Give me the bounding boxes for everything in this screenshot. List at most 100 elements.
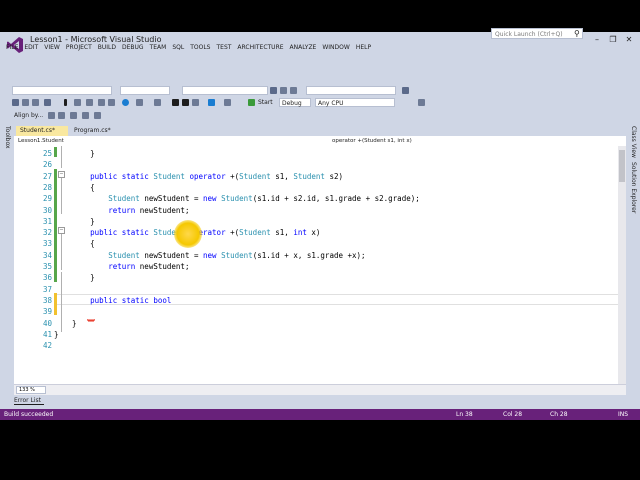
toolbar-icon[interactable] xyxy=(192,99,199,106)
menu-tools[interactable]: TOOLS xyxy=(190,42,215,54)
toolbar-row-2: Start Debug Any CPU xyxy=(0,97,640,109)
status-ch: Ch 28 xyxy=(550,411,568,418)
code-editor[interactable]: 25 } 26 27 public static Student operator … xyxy=(14,146,626,384)
toolbox-tab[interactable]: Toolbox xyxy=(4,126,11,149)
menu-project[interactable]: PROJECT xyxy=(66,42,97,54)
fold-line xyxy=(61,146,62,168)
toolbar-combo-3[interactable] xyxy=(182,86,268,95)
menu-window[interactable]: WINDOW xyxy=(322,42,354,54)
editor-horizontal-bar: 133 % xyxy=(14,384,626,395)
tab-program-cs[interactable]: Program.cs* xyxy=(70,126,122,136)
toolbar-icon[interactable] xyxy=(22,99,29,106)
toolbar-combo-1[interactable] xyxy=(12,86,112,95)
fold-line xyxy=(61,234,62,270)
toolbar-icon[interactable] xyxy=(136,99,143,106)
toolbar-icon[interactable] xyxy=(108,99,115,106)
toolbar-icon[interactable] xyxy=(32,99,39,106)
toolbar-icon[interactable] xyxy=(154,99,161,106)
toolbar-icon[interactable] xyxy=(58,112,65,119)
search-icon[interactable]: ⚲ xyxy=(574,28,583,39)
error-list-underline xyxy=(14,404,44,405)
quick-launch-input[interactable]: Quick Launch (Ctrl+Q) xyxy=(491,28,583,39)
keyword: static xyxy=(121,171,149,181)
type-name: Student xyxy=(239,171,271,181)
keyword: bool xyxy=(153,295,172,305)
collapse-icon[interactable]: − xyxy=(58,171,65,178)
class-view-tab[interactable]: Class View xyxy=(630,126,637,158)
menu-sql[interactable]: SQL xyxy=(172,42,189,54)
menu-file[interactable]: FILE xyxy=(6,42,23,54)
menu-debug[interactable]: DEBUG xyxy=(122,42,149,54)
toolbar-icon[interactable] xyxy=(402,87,409,94)
keyword: public xyxy=(90,295,118,305)
zoom-select[interactable]: 133 % xyxy=(16,386,46,394)
toolbar-icon[interactable] xyxy=(418,99,425,106)
error-list-tab[interactable]: Error List xyxy=(14,397,41,404)
redo-icon[interactable] xyxy=(224,99,231,106)
toolbar-icon[interactable] xyxy=(280,87,287,94)
code-line: public static Student operator +(Student… xyxy=(90,171,343,181)
change-marker xyxy=(54,293,57,315)
save-all-icon[interactable] xyxy=(182,99,189,106)
toolbar-combo-4[interactable] xyxy=(306,86,396,95)
code-line: } xyxy=(54,318,77,328)
toolbar-combo-2[interactable] xyxy=(120,86,170,95)
start-button[interactable]: Start xyxy=(258,97,273,108)
toolbar-icon[interactable] xyxy=(44,99,51,106)
start-icon[interactable] xyxy=(248,99,255,106)
toolbar-icon[interactable] xyxy=(64,99,67,106)
line-number: 27 xyxy=(42,171,52,181)
status-message: Build succeeded xyxy=(4,411,54,418)
menu-build[interactable]: BUILD xyxy=(98,42,121,54)
toolbar-icon[interactable] xyxy=(290,87,297,94)
class-dropdown[interactable]: Lesson1.Student xyxy=(18,137,64,145)
toolbar-icon[interactable] xyxy=(86,99,93,106)
menu-test[interactable]: TEST xyxy=(216,42,236,54)
tab-student-cs[interactable]: Student.cs* xyxy=(16,126,68,136)
align-by-label[interactable]: Align by... xyxy=(14,110,43,121)
toolbar-icon[interactable] xyxy=(70,112,77,119)
status-bar: Build succeeded Ln 38 Col 28 Ch 28 INS xyxy=(0,409,640,420)
menu-view[interactable]: VIEW xyxy=(44,42,65,54)
line-number: 28 xyxy=(42,182,52,192)
type-name: Student xyxy=(221,250,253,260)
line-number: 38 xyxy=(42,295,52,305)
menu-edit[interactable]: EDIT xyxy=(24,42,43,54)
code-line: public static bool xyxy=(54,295,171,306)
member-dropdown[interactable]: operator +(Student s1, int x) xyxy=(332,137,412,145)
type-name: Student xyxy=(108,194,140,204)
line-number: 30 xyxy=(42,205,52,215)
platform-select[interactable]: Any CPU xyxy=(315,98,395,107)
menu-team[interactable]: TEAM xyxy=(150,42,172,54)
collapse-icon[interactable]: − xyxy=(58,227,65,234)
scrollbar-thumb[interactable] xyxy=(619,150,625,182)
keyword: operator xyxy=(189,171,226,181)
keyword: public xyxy=(90,171,118,181)
solution-explorer-tab[interactable]: Solution Explorer xyxy=(630,162,637,213)
configuration-select[interactable]: Debug xyxy=(279,98,311,107)
fold-line xyxy=(61,272,62,332)
tab-label: Student.cs* xyxy=(20,127,55,134)
code-line: } xyxy=(54,216,95,226)
type-name: Student xyxy=(239,228,271,238)
save-icon[interactable] xyxy=(172,99,179,106)
toolbar-icon[interactable] xyxy=(98,99,105,106)
toolbar-icon[interactable] xyxy=(48,112,55,119)
change-marker xyxy=(54,147,57,157)
vertical-scrollbar[interactable] xyxy=(618,146,626,384)
menu-help[interactable]: HELP xyxy=(356,42,376,54)
toolbar-icon[interactable] xyxy=(270,87,277,94)
menu-analyze[interactable]: ANALYZE xyxy=(290,42,322,54)
menu-architecture[interactable]: ARCHITECTURE xyxy=(237,42,288,54)
toolbar-icon[interactable] xyxy=(74,99,81,106)
line-number: 32 xyxy=(42,228,52,238)
code-line: Student newStudent = new Student(s1.id +… xyxy=(108,194,420,204)
toolbar-icon[interactable] xyxy=(82,112,89,119)
line-number: 39 xyxy=(42,307,52,317)
type-name: Student xyxy=(153,171,185,181)
back-icon[interactable] xyxy=(122,99,129,106)
undo-icon[interactable] xyxy=(208,99,215,106)
toolbar-icon[interactable] xyxy=(94,112,101,119)
type-name: Student xyxy=(108,250,140,260)
toolbar-icon[interactable] xyxy=(12,99,19,106)
